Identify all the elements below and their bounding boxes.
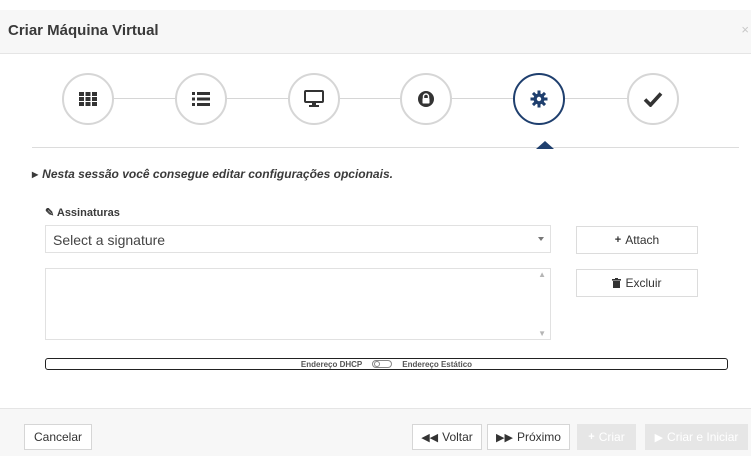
back-label: Voltar bbox=[442, 430, 473, 444]
next-label: Próximo bbox=[516, 430, 561, 444]
modal-footer: Cancelar ◀◀ Voltar ▶▶ Próximo + Criar ▶ … bbox=[0, 408, 751, 456]
grid-icon bbox=[79, 92, 97, 106]
gear-icon bbox=[530, 90, 548, 108]
step-grid[interactable] bbox=[62, 73, 114, 125]
static-label: Endereço Estático bbox=[402, 359, 473, 369]
step-settings[interactable] bbox=[513, 73, 565, 125]
trash-icon bbox=[612, 278, 622, 288]
signatures-label: ✎ Assinaturas bbox=[45, 206, 120, 219]
attach-button[interactable]: + Attach bbox=[576, 226, 698, 254]
signature-select[interactable]: Select a signature bbox=[45, 225, 551, 253]
backward-icon: ◀◀ bbox=[421, 431, 439, 444]
step-lock[interactable] bbox=[400, 73, 452, 125]
info-text: ▶ Nesta sessão você consegue editar confi… bbox=[32, 167, 393, 181]
delete-label: Excluir bbox=[625, 276, 662, 290]
signatures-label-text: Assinaturas bbox=[56, 207, 120, 219]
delete-button[interactable]: Excluir bbox=[576, 269, 698, 297]
wizard-divider bbox=[32, 147, 739, 148]
network-toggle[interactable]: Endereço DHCP Endereço Estático bbox=[45, 358, 728, 370]
lock-icon bbox=[418, 91, 434, 107]
edit-icon: ✎ bbox=[45, 207, 55, 219]
plus-icon: + bbox=[614, 234, 622, 246]
dhcp-label: Endereço DHCP bbox=[300, 359, 363, 369]
chevron-down-icon bbox=[538, 237, 544, 241]
caret-right-icon: ▶ bbox=[32, 170, 39, 179]
scroll-up-icon[interactable]: ▲ bbox=[538, 270, 546, 279]
create-start-button[interactable]: ▶ Criar e Iniciar bbox=[645, 424, 748, 450]
scroll-down-icon[interactable]: ▼ bbox=[538, 329, 546, 338]
monitor-icon bbox=[304, 90, 324, 107]
step-monitor[interactable] bbox=[288, 73, 340, 125]
create-label: Criar bbox=[598, 430, 625, 444]
close-icon[interactable]: × bbox=[741, 22, 749, 37]
signature-select-value: Select a signature bbox=[53, 232, 166, 248]
step-confirm[interactable] bbox=[627, 73, 679, 125]
play-icon: ▶ bbox=[654, 431, 664, 444]
wizard-steps bbox=[0, 70, 751, 150]
cancel-label: Cancelar bbox=[33, 430, 83, 444]
info-text-label: Nesta sessão você consegue editar config… bbox=[42, 167, 393, 181]
check-icon bbox=[643, 92, 663, 107]
plus-icon: + bbox=[588, 431, 595, 443]
list-icon bbox=[192, 92, 210, 106]
create-start-label: Criar e Iniciar bbox=[667, 430, 739, 444]
signature-textarea[interactable]: ▲ ▼ bbox=[45, 268, 551, 340]
active-step-caret bbox=[536, 141, 554, 149]
attach-label: Attach bbox=[625, 233, 660, 247]
next-button[interactable]: ▶▶ Próximo bbox=[487, 424, 570, 450]
step-list[interactable] bbox=[175, 73, 227, 125]
forward-icon: ▶▶ bbox=[496, 431, 513, 444]
modal-header: Criar Máquina Virtual × bbox=[0, 10, 751, 54]
create-button[interactable]: + Criar bbox=[577, 424, 636, 450]
back-button[interactable]: ◀◀ Voltar bbox=[412, 424, 482, 450]
toggle-switch[interactable] bbox=[372, 360, 393, 368]
modal-title: Criar Máquina Virtual bbox=[8, 22, 159, 39]
cancel-button[interactable]: Cancelar bbox=[24, 424, 92, 450]
